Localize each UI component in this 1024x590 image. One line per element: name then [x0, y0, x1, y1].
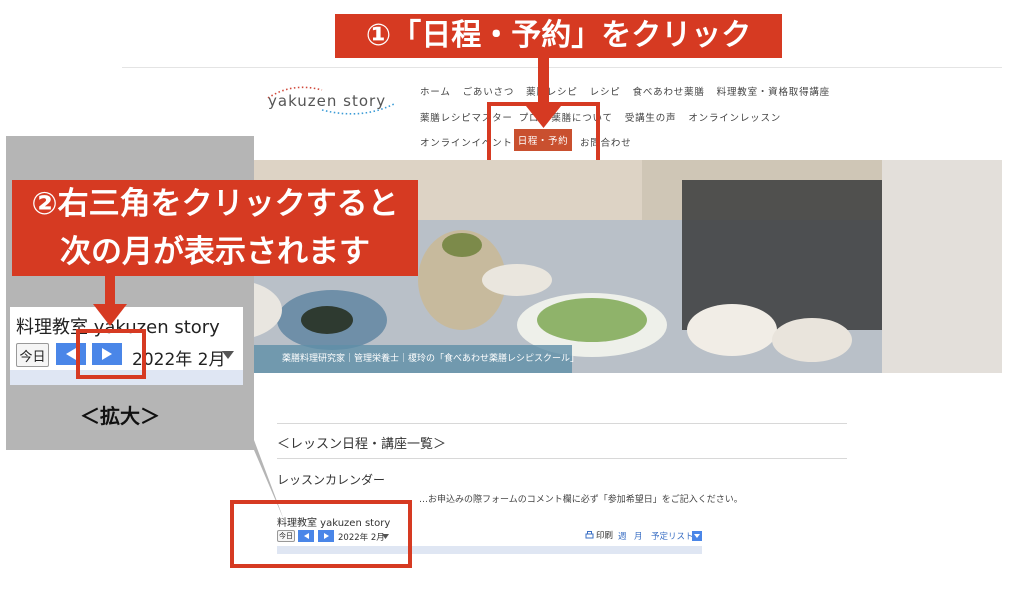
section-divider-bottom: [277, 458, 847, 459]
zoom-month-label: 2022年 2月: [132, 350, 226, 370]
annotation-banner-2-line1: ②右三角をクリックすると: [12, 180, 418, 228]
lesson-heading: ＜レッスン日程・講座一覧＞: [277, 437, 447, 452]
triangle-left-icon: [66, 348, 76, 360]
schedule-list-tab[interactable]: 予定リスト: [651, 530, 694, 542]
nav-item-course[interactable]: 料理教室・資格取得講座: [717, 84, 830, 98]
nav-item-online-lesson[interactable]: オンラインレッスン: [688, 110, 781, 124]
notice-text: …お申込みの際フォームのコメント欄に必ず「参加希望日」をご記入ください。: [419, 495, 743, 505]
nav-row-2: 薬膳レシピマスター プロ 薬膳について 受講生の声 オンラインレッスン: [420, 110, 793, 124]
week-view-tab[interactable]: 週: [618, 530, 627, 542]
nav-item-tabeawase[interactable]: 食べあわせ薬膳: [633, 84, 705, 98]
highlight-frame-next-zoom: [76, 329, 146, 379]
nav-item-recipe[interactable]: レシピ: [590, 84, 621, 98]
hero-caption: 薬膳料理研究家｜管理栄養士｜榎玲の「食べあわせ薬膳レシピスクール」: [282, 354, 580, 364]
header-divider: [122, 67, 1002, 68]
nav-item-greeting[interactable]: ごあいさつ: [463, 84, 515, 98]
print-button[interactable]: 印刷: [585, 529, 613, 541]
nav-row-1: ホーム ごあいさつ 薬膳レシピ レシピ 食べあわせ薬膳 料理教室・資格取得講座: [420, 84, 842, 98]
print-label: 印刷: [596, 531, 614, 541]
site-logo[interactable]: yakuzen story: [268, 92, 386, 110]
highlight-frame-calendar: [230, 500, 412, 568]
nav-item-yakuzen-recipe[interactable]: 薬膳レシピ: [526, 84, 578, 98]
zoom-caption: ＜拡大＞: [80, 404, 160, 428]
nav-item-voices[interactable]: 受講生の声: [625, 110, 677, 124]
nav-item-home[interactable]: ホーム: [420, 84, 451, 98]
calendar-label: レッスンカレンダー: [277, 473, 386, 487]
month-view-tab[interactable]: 月: [634, 530, 643, 542]
schedule-list-dropdown[interactable]: [692, 531, 702, 541]
section-divider-top: [277, 423, 847, 424]
annotation-banner-1: ①「日程・予約」をクリック: [335, 14, 782, 58]
annotation-banner-2-line2: 次の月が表示されます: [12, 228, 418, 276]
zoom-dropdown-icon[interactable]: [222, 351, 234, 359]
zoom-today-button[interactable]: 今日: [16, 343, 49, 367]
printer-icon: [585, 530, 594, 538]
annotation-arrow-2-head: [93, 304, 127, 326]
chevron-down-icon: [694, 534, 700, 538]
